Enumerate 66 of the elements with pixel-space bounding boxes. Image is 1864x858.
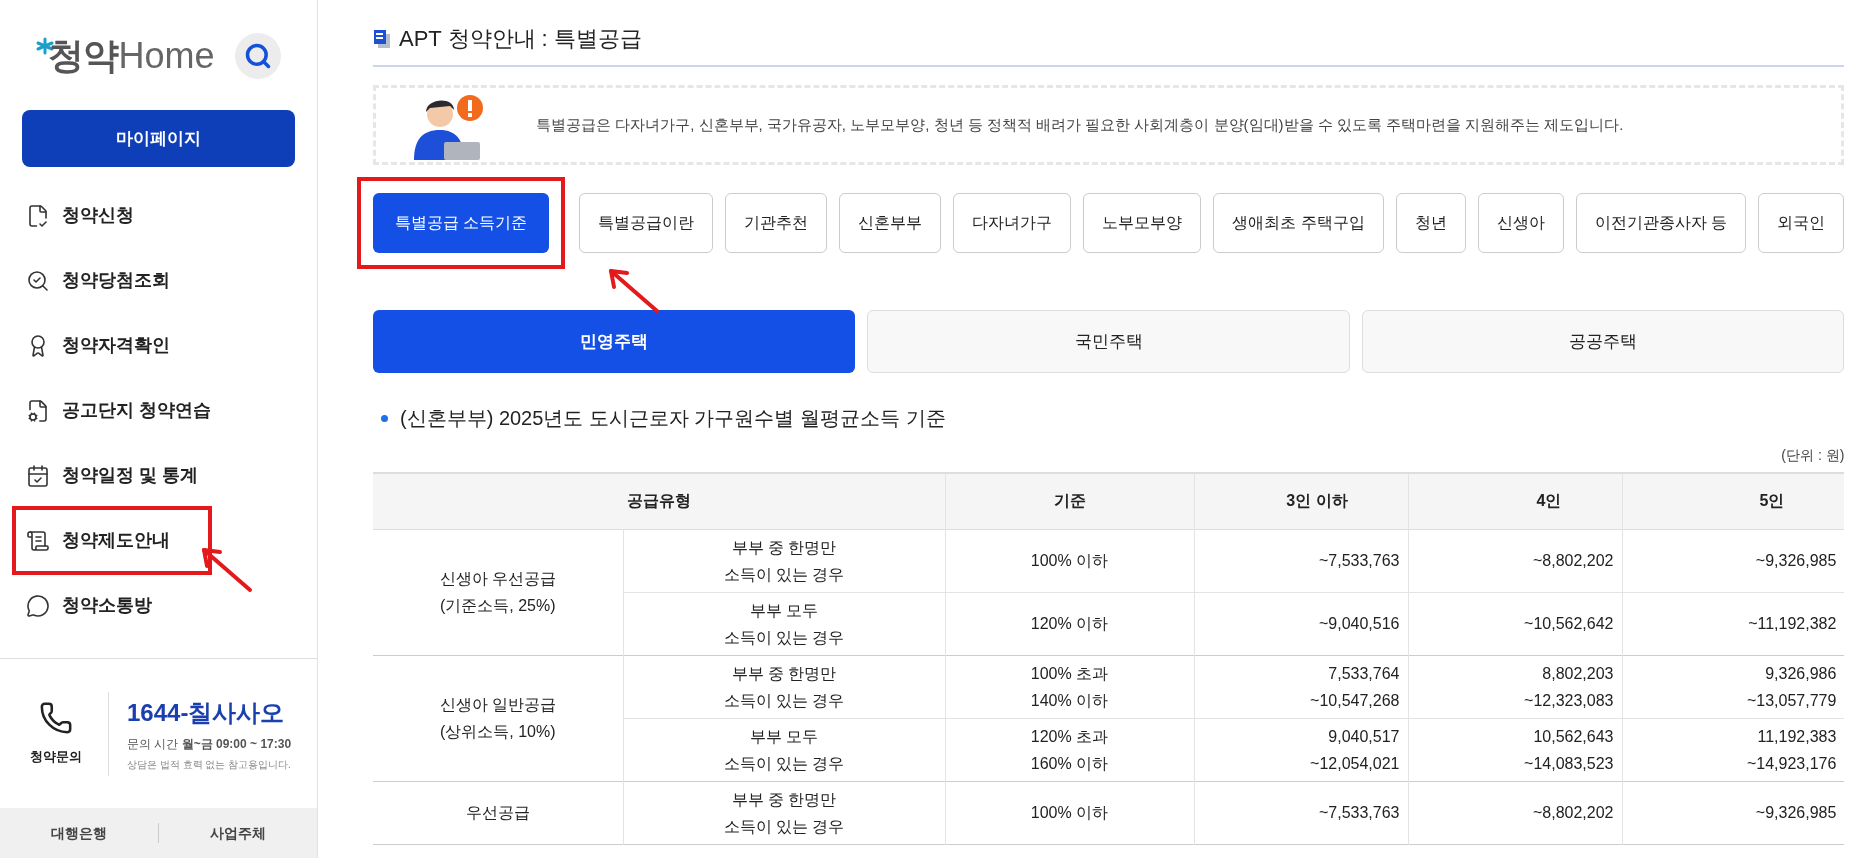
category-tab[interactable]: 생애최초 주택구입 [1213,193,1384,253]
column-header: 4인 [1408,473,1622,529]
table-cell-text: 9,326,986 ~13,057,779 [1746,663,1837,711]
category-tab[interactable]: 특별공급이란 [579,193,714,253]
menu-item[interactable]: 청약소통방 [26,587,152,624]
table-cell-text: 신생아 일반공급 (상위소득, 10%) [439,695,556,742]
section-heading: (신혼부부) 2025년도 도시근로자 가구원수별 월평균소득 기준 [400,406,946,431]
logo[interactable]: 청약Home [48,35,215,77]
category-tab[interactable]: 기관추천 [725,193,828,253]
intro-text: 특별공급은 다자녀가구, 신혼부부, 국가유공자, 노부모부양, 청년 등 정책적 배려가 필요한 사회계층이 분양(임대)받을 수 있도록 주택마련을 지원해주는 제도입니다. [536,114,1624,135]
table-cell-text: ~7,533,763 [1318,803,1400,823]
menu-item[interactable]: 청약자격확인 [26,327,170,364]
housing-type-tab[interactable]: 공공주택 [1361,310,1845,373]
table-cell-text: ~9,040,516 [1318,614,1400,634]
footer-link[interactable]: 대행은행 [0,822,158,844]
unit-label: (단위 : 원) [1781,446,1845,465]
table-cell-text: 11,192,383 ~14,923,176 [1746,726,1837,774]
mypage-button[interactable]: 마이페이지 [22,110,295,167]
table-cell-text: 부부 모두 소득이 있는 경우 [723,726,845,774]
contact-hours: 문의 시간 월~금 09:00 ~ 17:30 [127,736,292,753]
table-cell-text: ~10,562,642 [1524,614,1614,634]
category-tab[interactable]: 신혼부부 [839,193,942,253]
category-tab[interactable]: 특별공급 소득기준 [373,193,550,253]
table-cell-text: ~8,802,202 [1532,803,1614,823]
housing-type-tab[interactable]: 국민주택 [867,310,1350,373]
table-cell-text: ~9,326,985 [1755,551,1837,571]
column-header: 공급유형 [373,473,945,529]
category-tab[interactable]: 청년 [1395,193,1466,253]
table-cell-text: 9,040,517 ~12,054,021 [1310,726,1400,774]
table-cell-text: 8,802,203 ~12,323,083 [1524,663,1614,711]
footer-link[interactable]: 사업주체 [159,822,317,844]
table-cell-text: ~7,533,763 [1318,551,1400,571]
category-tab[interactable]: 노부모부양 [1083,193,1202,253]
column-header: 기준 [945,473,1194,529]
category-tab[interactable]: 이전기관종사자 등 [1575,193,1747,253]
menu-item[interactable]: 청약일정 및 통계 [26,457,198,494]
category-tab[interactable]: 신생아 [1477,193,1564,253]
category-tab[interactable]: 외국인 [1758,193,1845,253]
table-cell-text: 120% 초과 160% 이하 [1030,726,1109,774]
table-cell-text: 부부 중 한명만 소득이 있는 경우 [723,663,845,711]
table-cell-text: ~11,192,382 [1748,614,1837,634]
menu-item[interactable]: 공고단지 청약연습 [26,392,211,429]
table-cell-text: 100% 이하 [1030,803,1109,823]
page-title: APT 청약안내 : 특별공급 [399,25,642,53]
housing-type-tab[interactable]: 민영주택 [373,310,856,373]
table-cell-text: 신생아 우선공급 (기준소득, 25%) [439,569,556,616]
table-cell-text: 100% 이하 [1030,551,1109,571]
table-cell-text: ~9,326,985 [1755,803,1837,823]
phone-number: 1644-칠사사오 [127,698,286,728]
menu-item[interactable]: 청약신청 [26,197,134,234]
table-cell-text: 부부 중 한명만 소득이 있는 경우 [723,537,845,585]
table-cell-text: 부부 모두 소득이 있는 경우 [723,600,845,648]
table-cell-text: 100% 초과 140% 이하 [1030,663,1109,711]
table-cell-text: 부부 중 한명만 소득이 있는 경우 [723,789,845,837]
table-cell-text: 우선공급 [465,803,530,823]
table-cell-text: 7,533,764 ~10,547,268 [1310,663,1400,711]
column-header: 3인 이하 [1194,473,1408,529]
contact-label: 청약문의 [30,747,82,766]
menu-item[interactable]: 청약당첨조회 [26,262,170,299]
table-cell-text: 10,562,643 ~14,083,523 [1524,726,1614,774]
table-cell-text: ~8,802,202 [1532,551,1614,571]
column-header: 5인 [1622,473,1845,529]
contact-note: 상담은 법적 효력 없는 참고용입니다. [127,758,292,772]
menu-item[interactable]: 청약제도안내 [26,522,170,559]
category-tab[interactable]: 다자녀가구 [953,193,1072,253]
table-cell-text: 120% 이하 [1030,614,1109,634]
